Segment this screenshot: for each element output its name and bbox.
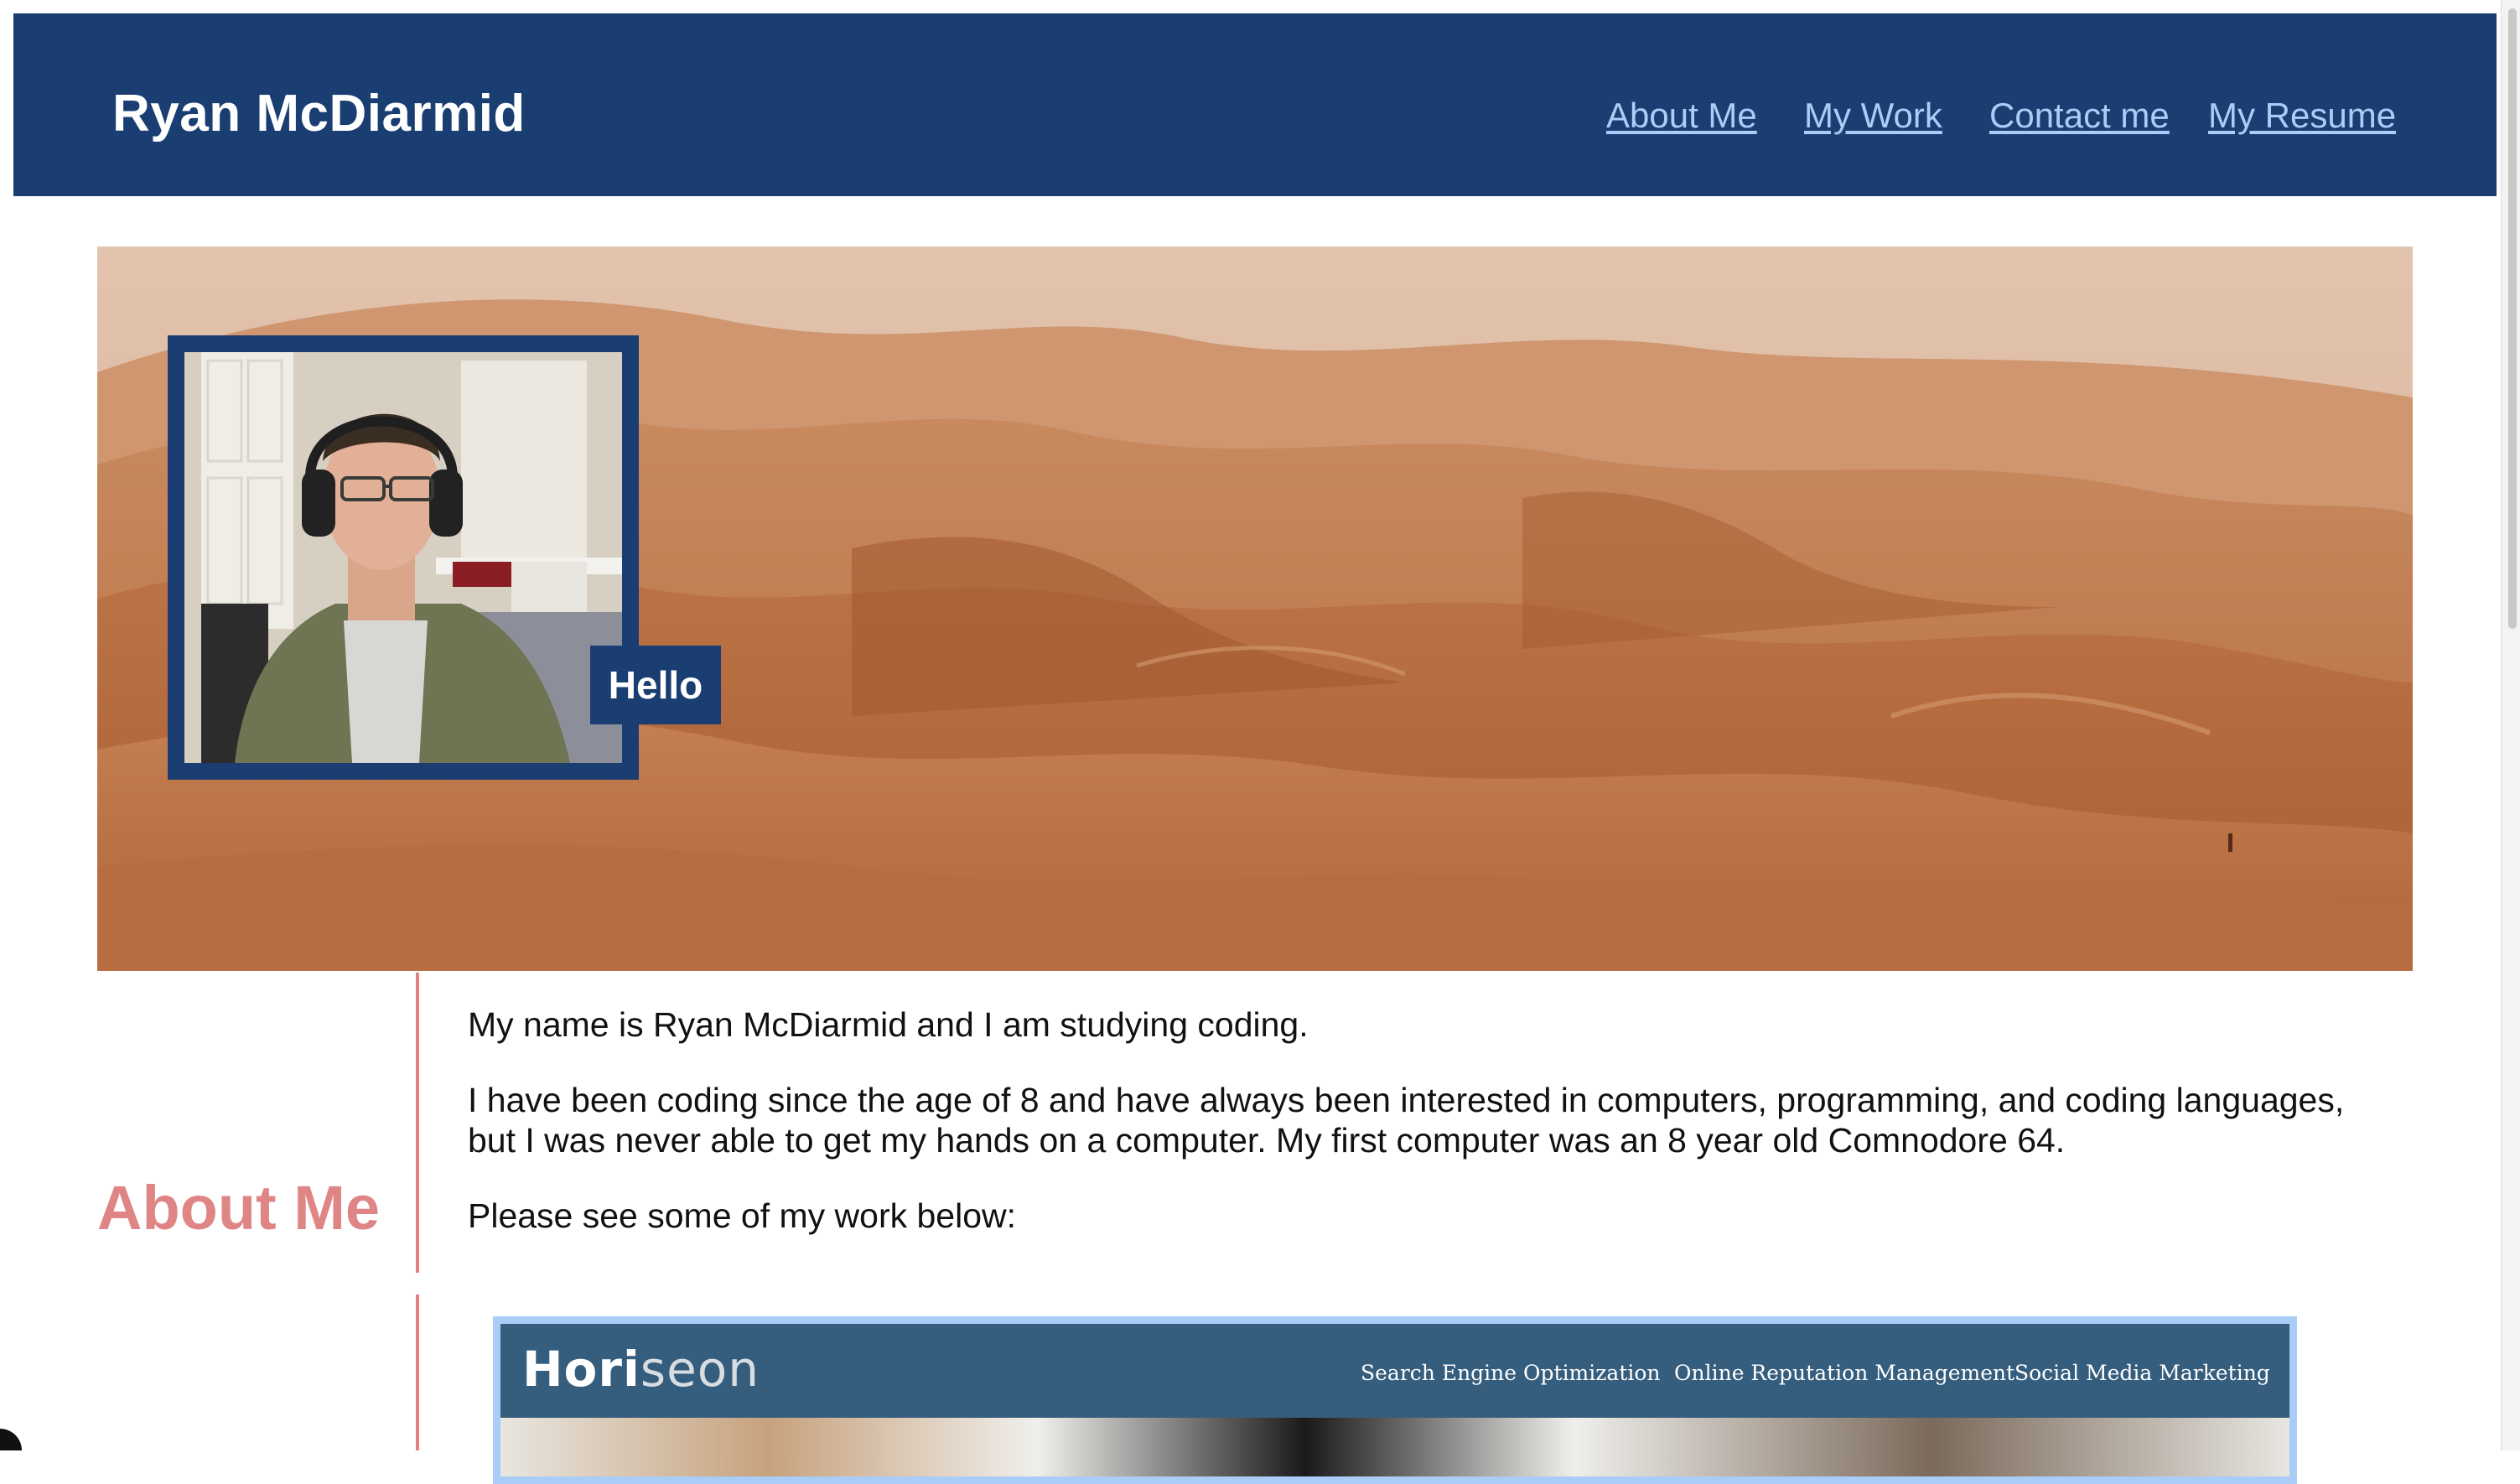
scrollbar[interactable]: [2501, 0, 2520, 1450]
nav-link-contact-me[interactable]: Contact me: [1989, 96, 2170, 136]
work-preview-header: Horiseon Search Engine Optimization Onli…: [500, 1324, 2289, 1418]
site-header: Ryan McDiarmid About Me My Work Contact …: [13, 13, 2497, 196]
profile-photo: [184, 352, 622, 763]
portrait-frame: [168, 335, 639, 780]
site-title: Ryan McDiarmid: [112, 85, 526, 143]
scrollbar-thumb[interactable]: [2508, 8, 2517, 629]
work-link: Social Media Marketing: [2014, 1361, 2270, 1385]
nav-link-my-work[interactable]: My Work: [1804, 96, 1942, 136]
about-me-heading: About Me: [97, 1173, 381, 1243]
work-link: Search Engine Optimization: [1361, 1361, 1661, 1385]
page: Ryan McDiarmid About Me My Work Contact …: [0, 0, 2520, 1484]
section-divider-line: [416, 973, 419, 1273]
work-preview-image: [500, 1418, 2289, 1476]
window-corner: [0, 1429, 22, 1450]
section-divider-line: [416, 1295, 419, 1450]
nav-link-about-me[interactable]: About Me: [1606, 96, 1757, 136]
about-me-text: My name is Ryan McDiarmid and I am study…: [468, 1004, 2362, 1271]
horiseon-logo: Horiseon: [522, 1341, 760, 1398]
hello-badge: Hello: [590, 646, 721, 724]
work-link: Online Reputation Management: [1674, 1361, 2015, 1385]
about-paragraph: I have been coding since the age of 8 an…: [468, 1081, 2345, 1160]
about-paragraph: My name is Ryan McDiarmid and I am study…: [468, 1005, 1309, 1044]
nav-link-my-resume[interactable]: My Resume: [2208, 96, 2396, 136]
work-preview-horiseon[interactable]: Horiseon Search Engine Optimization Onli…: [493, 1316, 2297, 1484]
about-paragraph: Please see some of my work below:: [468, 1196, 1016, 1235]
